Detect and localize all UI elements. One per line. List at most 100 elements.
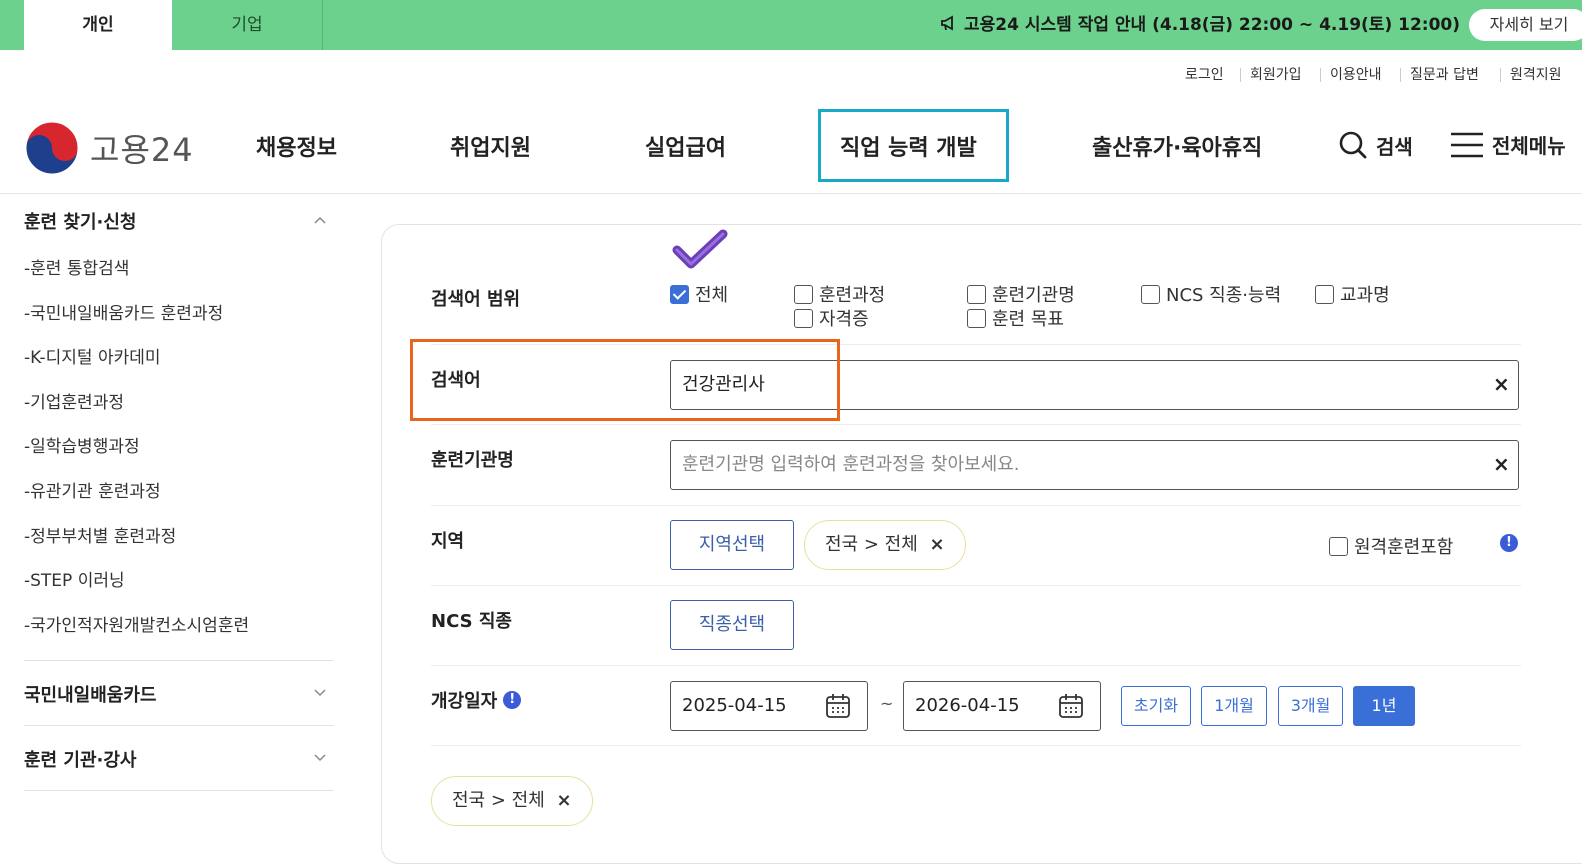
sidebar-item-consortium[interactable]: -국가인적자원개발컨소시엄훈련 <box>24 611 249 636</box>
scope-goal-checkbox[interactable]: 훈련 목표 <box>967 305 1064 331</box>
sidebar-section-training-search[interactable]: 훈련 찾기·신청 <box>24 208 136 234</box>
tab-business[interactable]: 기업 <box>172 0 322 50</box>
chevron-down-icon[interactable] <box>314 752 326 764</box>
date-from-value: 2025-04-15 <box>682 695 787 716</box>
chip-remove-icon[interactable]: × <box>557 790 572 811</box>
sidebar-item-k-digital[interactable]: -K-디지털 아카데미 <box>24 343 161 368</box>
all-menu-button[interactable]: 전체메뉴 <box>1450 130 1566 159</box>
util-divider <box>1400 68 1401 82</box>
nav-employment-support[interactable]: 취업지원 <box>450 130 531 162</box>
chevron-up-icon[interactable] <box>314 214 326 226</box>
taegeuk-logo-icon <box>25 121 79 175</box>
guide-link[interactable]: 이용안내 <box>1330 64 1382 84</box>
nav-jobs[interactable]: 채용정보 <box>256 130 337 162</box>
row-divider <box>431 585 1521 586</box>
checkbox[interactable] <box>967 284 986 304</box>
scope-certificate-label: 자격증 <box>819 309 869 330</box>
sidebar-item-naeil-card-course[interactable]: -국민내일배움카드 훈련과정 <box>24 299 223 324</box>
date-to-value: 2026-04-15 <box>915 695 1020 716</box>
sidebar-item-related-agency[interactable]: -유관기관 훈련과정 <box>24 477 161 502</box>
remote-support-link[interactable]: 원격지원 <box>1510 64 1562 84</box>
keyword-highlight-box <box>410 339 840 421</box>
megaphone-icon <box>941 14 953 31</box>
row-divider <box>431 505 1521 506</box>
chip-remove-icon[interactable]: × <box>930 534 945 555</box>
ncs-select-button[interactable]: 직종선택 <box>670 600 794 650</box>
start-date-label: 개강일자 ! <box>431 687 522 713</box>
checkbox[interactable] <box>794 308 813 328</box>
institution-clear-icon[interactable]: × <box>1493 452 1510 476</box>
keyword-clear-icon[interactable]: × <box>1493 372 1510 396</box>
signup-link[interactable]: 회원가입 <box>1250 64 1302 84</box>
sidebar-divider <box>24 660 334 661</box>
system-notice[interactable]: 고용24 시스템 작업 안내 (4.18(금) 22:00 ~ 4.19(토) … <box>940 10 1460 35</box>
sidebar-divider <box>24 725 334 726</box>
region-select-button[interactable]: 지역선택 <box>670 520 794 570</box>
sidebar-section-naeil-card[interactable]: 국민내일배움카드 <box>24 681 156 707</box>
notice-text: 고용24 시스템 작업 안내 (4.18(금) 22:00 ~ 4.19(토) … <box>964 15 1461 35</box>
scope-certificate-checkbox[interactable]: 자격증 <box>794 305 869 331</box>
header-search-button[interactable]: 검색 <box>1338 130 1413 160</box>
annotation-checkmark-icon <box>672 229 728 269</box>
row-divider <box>431 745 1521 746</box>
sidebar-section-institution[interactable]: 훈련 기관·강사 <box>24 746 136 772</box>
nav-highlight-box <box>818 109 1009 182</box>
scope-all-checkbox[interactable]: 전체 <box>670 281 728 307</box>
period-1month-button[interactable]: 1개월 <box>1201 686 1267 726</box>
remote-info-icon[interactable]: ! <box>1500 534 1518 552</box>
qna-link[interactable]: 질문과 답변 <box>1410 64 1479 84</box>
checkbox[interactable] <box>967 308 986 328</box>
logo-text: 고용24 <box>90 131 194 169</box>
site-logo[interactable]: 고용24 <box>24 120 194 176</box>
sidebar-item-ministry[interactable]: -정부부처별 훈련과정 <box>24 522 176 547</box>
nav-unemployment-benefit[interactable]: 실업급여 <box>645 130 726 162</box>
search-label: 검색 <box>1376 134 1413 159</box>
scope-goal-label: 훈련 목표 <box>992 309 1064 330</box>
calendar-icon[interactable] <box>825 693 851 719</box>
scope-institution-label: 훈련기관명 <box>992 285 1075 306</box>
sidebar-item-work-study[interactable]: -일학습병행과정 <box>24 432 140 457</box>
all-menu-label: 전체메뉴 <box>1492 134 1566 158</box>
checkbox[interactable] <box>1141 284 1160 304</box>
institution-label: 훈련기관명 <box>431 450 514 471</box>
selected-region-chip-text: 전국 > 전체 <box>452 790 545 811</box>
sidebar-item-step-elearning[interactable]: -STEP 이러닝 <box>24 566 125 591</box>
scope-ncs-label: NCS 직종·능력 <box>1166 285 1282 306</box>
sidebar-item-company-training[interactable]: -기업훈련과정 <box>24 388 124 413</box>
scope-all-label: 전체 <box>695 285 729 306</box>
util-divider <box>1240 68 1241 82</box>
login-link[interactable]: 로그인 <box>1185 64 1224 84</box>
date-info-icon[interactable]: ! <box>503 691 522 709</box>
region-label: 지역 <box>431 531 465 552</box>
scope-course-label: 훈련과정 <box>819 285 886 306</box>
notice-detail-button[interactable]: 자세히 보기 <box>1469 9 1582 41</box>
checkbox-checked[interactable] <box>670 284 689 304</box>
top-banner: 개인 기업 고용24 시스템 작업 안내 (4.18(금) 22:00 ~ 4.… <box>0 0 1582 50</box>
region-chip[interactable]: 전국 > 전체 × <box>804 520 966 570</box>
checkbox[interactable] <box>1315 284 1334 304</box>
search-icon <box>1339 131 1367 159</box>
tab-personal[interactable]: 개인 <box>24 0 172 50</box>
remote-training-checkbox[interactable]: 원격훈련포함 <box>1329 533 1453 559</box>
row-divider <box>431 665 1521 666</box>
period-1year-button[interactable]: 1년 <box>1353 686 1415 726</box>
institution-input[interactable]: 훈련기관명 입력하여 훈련과정을 찾아보세요. <box>670 440 1519 490</box>
checkbox[interactable] <box>794 284 813 304</box>
scope-course-checkbox[interactable]: 훈련과정 <box>794 281 885 307</box>
scope-ncs-checkbox[interactable]: NCS 직종·능력 <box>1141 281 1281 307</box>
chevron-down-icon[interactable] <box>314 687 326 699</box>
reset-period-button[interactable]: 초기화 <box>1121 686 1191 726</box>
checkbox[interactable] <box>1329 536 1348 556</box>
scope-subject-checkbox[interactable]: 교과명 <box>1315 281 1390 307</box>
region-chip-text: 전국 > 전체 <box>825 534 918 555</box>
sidebar-item-integrated-search[interactable]: -훈련 통합검색 <box>24 254 129 279</box>
header-divider <box>0 193 1582 194</box>
tab-divider <box>322 0 323 50</box>
nav-parental-leave[interactable]: 출산휴가·육아휴직 <box>1092 130 1262 162</box>
row-divider <box>431 424 1521 425</box>
period-3month-button[interactable]: 3개월 <box>1278 686 1343 726</box>
ncs-label: NCS 직종 <box>431 611 512 632</box>
selected-region-chip[interactable]: 전국 > 전체 × <box>431 776 593 826</box>
scope-institution-checkbox[interactable]: 훈련기관명 <box>967 281 1075 307</box>
calendar-icon[interactable] <box>1058 693 1084 719</box>
